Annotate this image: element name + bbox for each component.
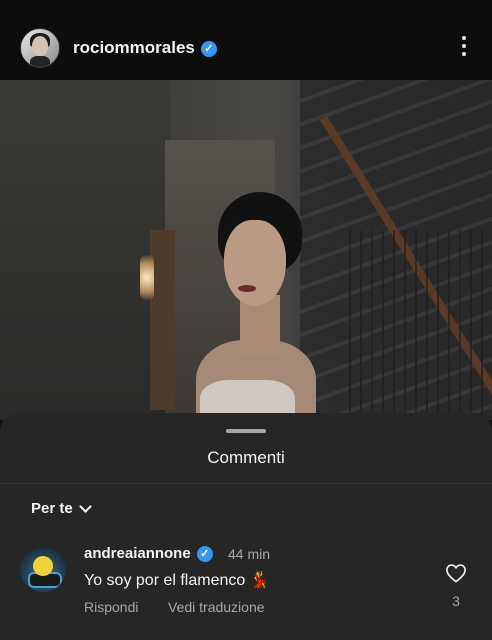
dancer-emoji: 💃 [249, 572, 270, 589]
post-username-text[interactable]: rociommorales [73, 38, 195, 57]
profile-avatar[interactable] [20, 28, 60, 68]
comment-timestamp: 44 min [228, 546, 271, 562]
chevron-down-icon [78, 500, 92, 513]
sheet-drag-handle[interactable] [226, 429, 266, 433]
comment-username[interactable]: andreaiannone ✓ [84, 545, 213, 563]
like-count: 3 [452, 593, 460, 609]
comment-text: Yo soy por el flamenco 💃 [84, 570, 270, 590]
post-username[interactable]: rociommorales ✓ [73, 38, 217, 58]
comments-title: Commenti [207, 448, 285, 467]
heart-icon[interactable] [445, 563, 467, 583]
post-header: rociommorales ✓ [0, 0, 492, 80]
comments-sheet: Commenti Per te andreaiannone ✓ 44 min Yo… [0, 413, 492, 640]
verified-badge-icon: ✓ [200, 40, 217, 57]
verified-badge-icon: ✓ [196, 546, 213, 563]
divider [0, 483, 492, 484]
see-translation-button[interactable]: Vedi traduzione [168, 599, 265, 615]
reply-button[interactable]: Rispondi [84, 599, 138, 615]
comment-username-text[interactable]: andreaiannone [84, 545, 191, 562]
comment-body: Yo soy por el flamenco [84, 572, 246, 589]
post-image[interactable] [0, 80, 492, 420]
comment-avatar[interactable] [20, 546, 66, 592]
sort-label: Per te [31, 500, 73, 517]
sort-dropdown[interactable]: Per te [31, 500, 92, 517]
more-options-icon[interactable] [461, 36, 467, 60]
